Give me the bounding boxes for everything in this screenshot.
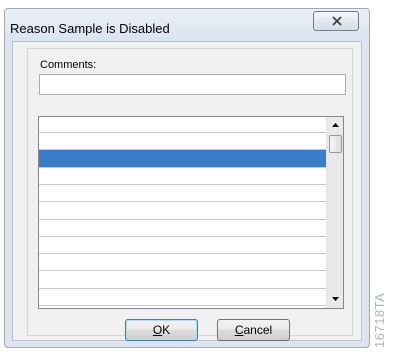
list-rows <box>39 117 326 308</box>
list-item[interactable] <box>39 219 326 220</box>
content-group: Comments: <box>27 48 353 336</box>
reason-listbox[interactable] <box>38 116 344 309</box>
cancel-button[interactable]: Cancel <box>217 319 290 341</box>
cancel-label: ancel <box>243 323 273 337</box>
list-item[interactable] <box>39 201 326 202</box>
ok-label: K <box>162 323 171 337</box>
list-item[interactable] <box>39 288 326 289</box>
scroll-down-button[interactable] <box>327 291 343 308</box>
list-item[interactable] <box>39 305 326 306</box>
ok-mnemonic: O <box>152 323 163 337</box>
close-x-icon <box>332 16 342 26</box>
scroll-up-button[interactable] <box>327 117 343 134</box>
list-item[interactable] <box>39 184 326 185</box>
list-item[interactable] <box>39 236 326 237</box>
cancel-mnemonic: C <box>234 323 244 337</box>
close-button[interactable] <box>313 11 359 31</box>
title-bar[interactable]: Reason Sample is Disabled <box>5 9 369 41</box>
vertical-scrollbar[interactable] <box>326 117 343 308</box>
dialog-window: Reason Sample is Disabled Comments: O K … <box>4 8 370 348</box>
list-item[interactable] <box>39 270 326 271</box>
window-title: Reason Sample is Disabled <box>10 21 170 36</box>
arrow-up-icon <box>332 123 339 127</box>
list-item[interactable] <box>39 132 326 133</box>
comments-label: Comments: <box>40 59 97 71</box>
list-item-selected[interactable] <box>39 149 326 167</box>
ok-button[interactable]: OK <box>125 319 198 341</box>
list-item[interactable] <box>39 253 326 254</box>
arrow-down-icon <box>332 297 339 301</box>
list-item[interactable] <box>39 167 326 168</box>
scroll-thumb[interactable] <box>329 135 342 153</box>
dialog-client-area: Comments: O K C ancel <box>12 41 362 341</box>
figure-id-label: 16718TA <box>372 292 387 348</box>
list-item[interactable] <box>39 149 326 150</box>
comments-input[interactable] <box>39 74 346 95</box>
